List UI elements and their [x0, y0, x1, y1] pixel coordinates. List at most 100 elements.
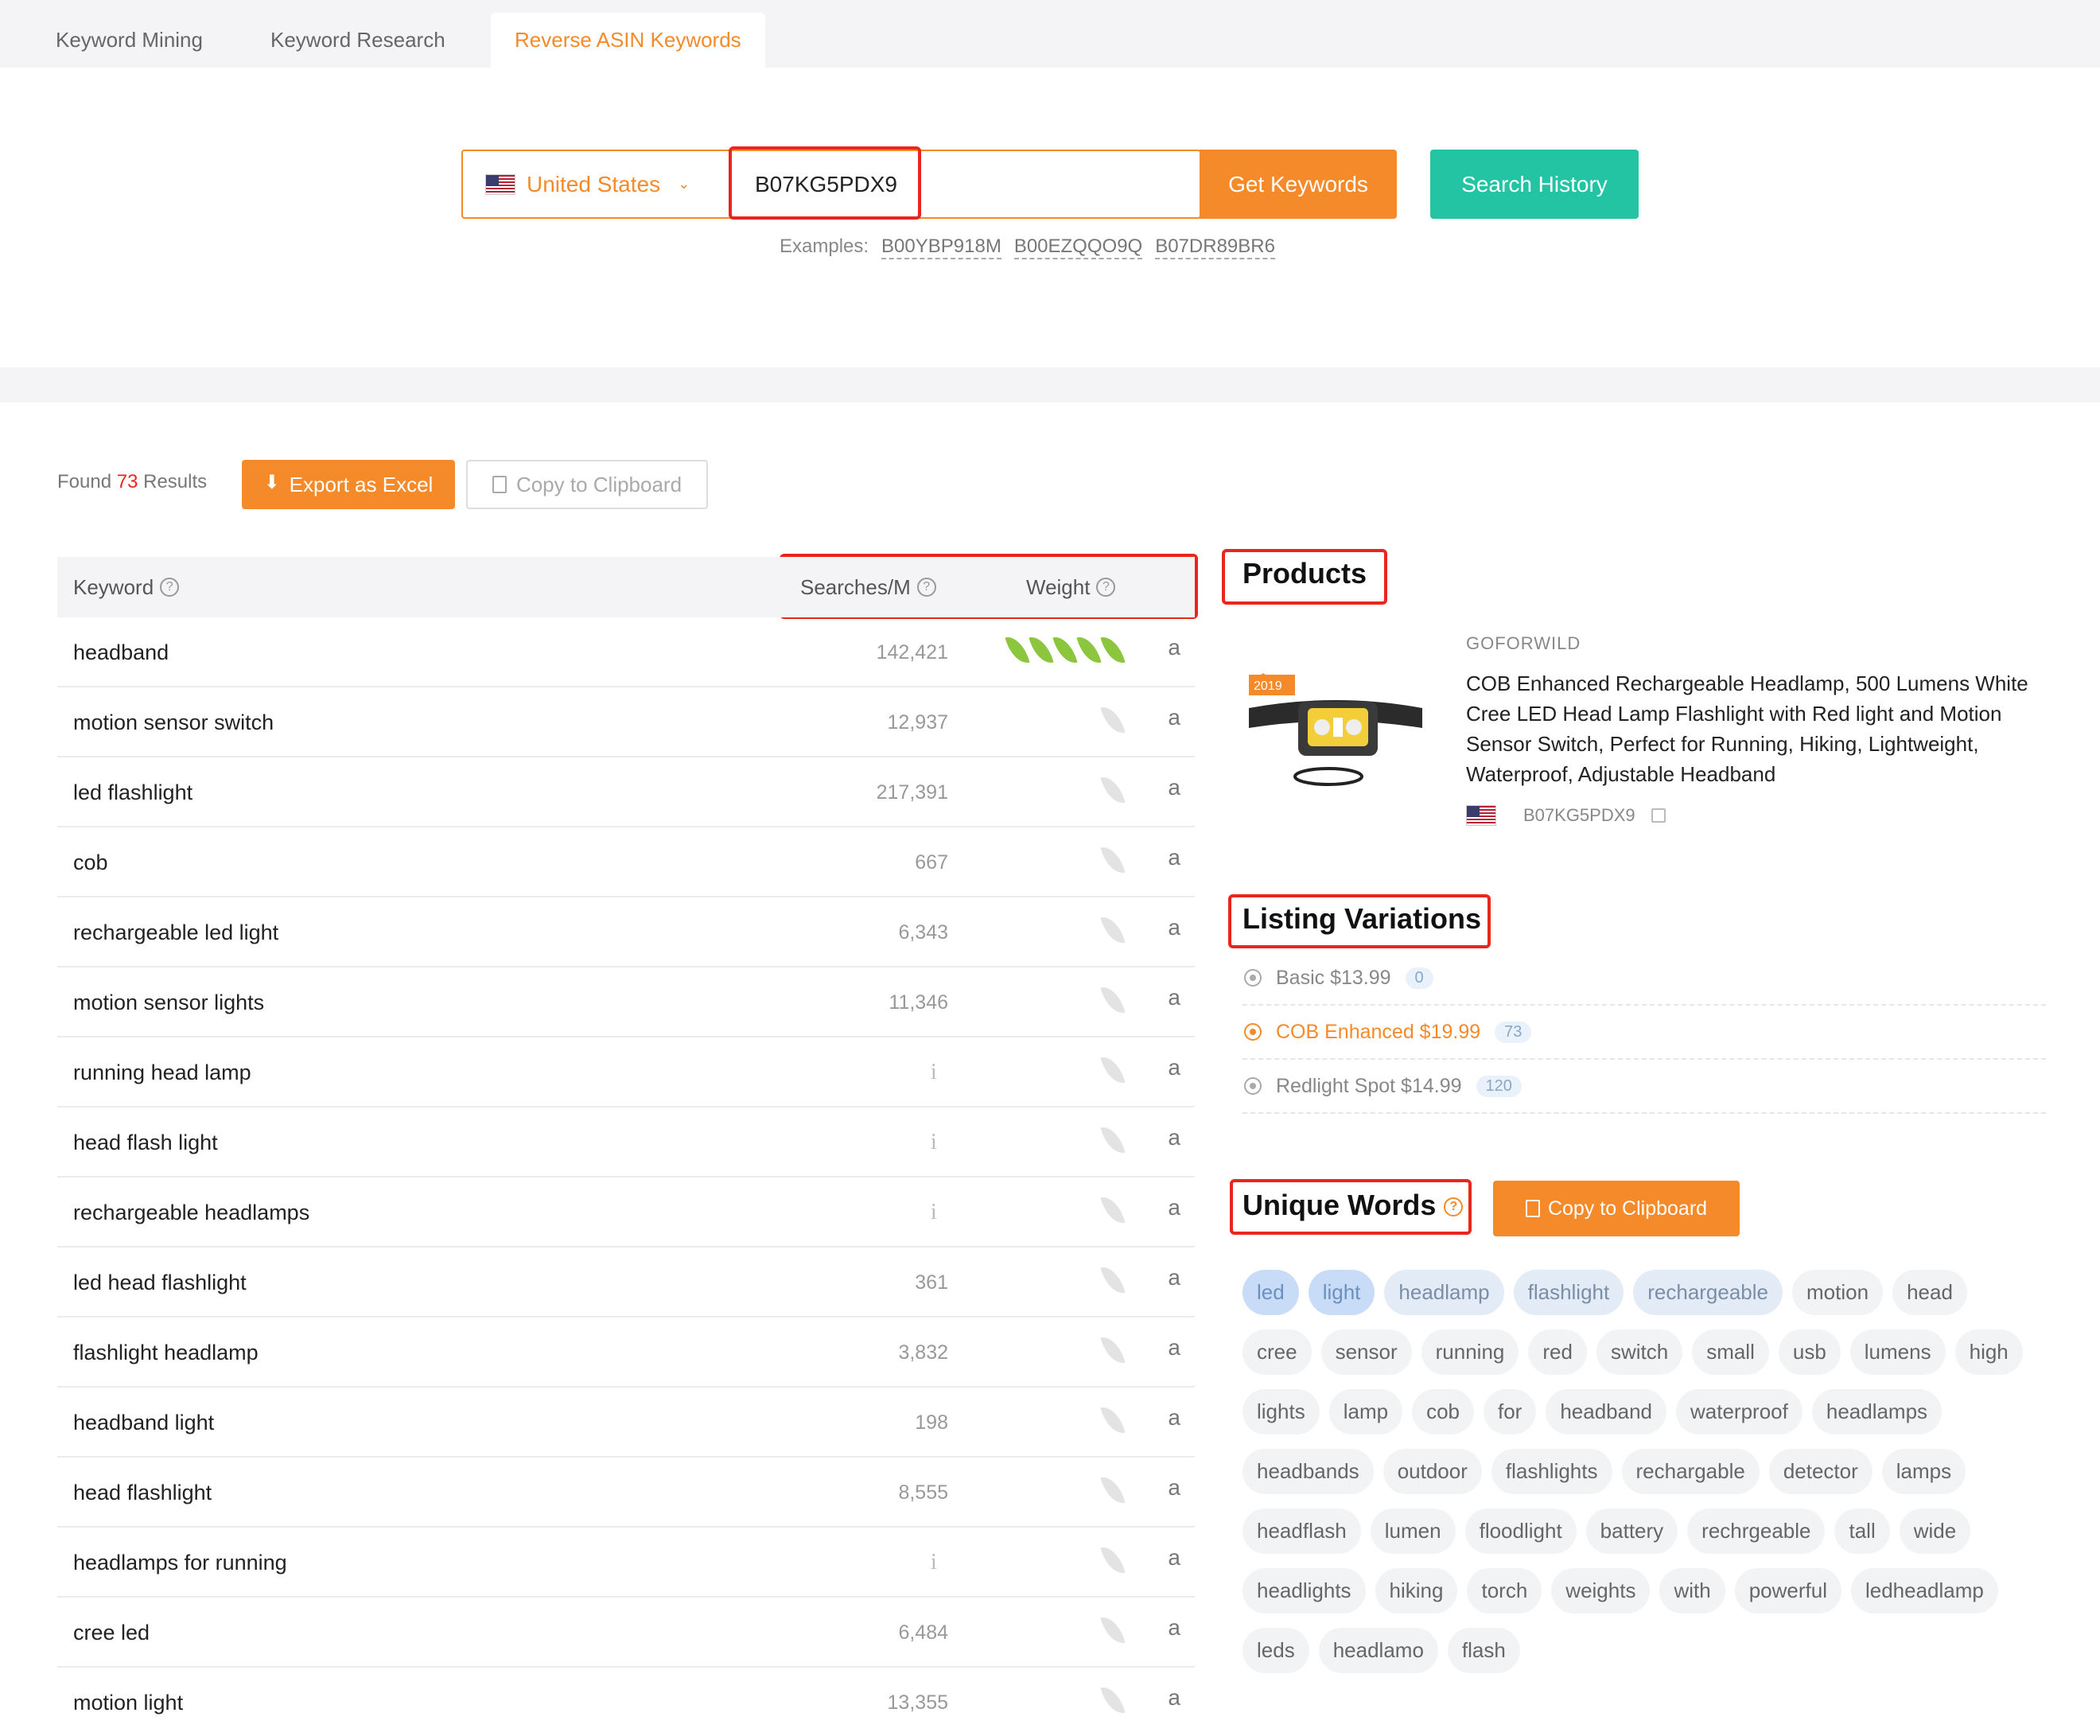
word-chip[interactable]: leds — [1242, 1628, 1309, 1673]
help-icon[interactable]: ? — [160, 578, 180, 597]
word-chip[interactable]: flashlights — [1491, 1449, 1612, 1494]
word-chip[interactable]: small — [1692, 1329, 1769, 1375]
word-chip[interactable]: lamps — [1881, 1449, 1966, 1494]
amazon-icon[interactable]: a — [1168, 1055, 1180, 1080]
word-chip[interactable]: led — [1242, 1270, 1299, 1315]
help-icon[interactable]: ? — [916, 578, 936, 597]
example-asin-link[interactable]: B07DR89BR6 — [1155, 235, 1275, 259]
amazon-icon[interactable]: a — [1168, 1615, 1180, 1641]
variation-item[interactable]: COB Enhanced $19.99 73 — [1242, 1006, 2046, 1060]
word-chip[interactable]: outdoor — [1382, 1449, 1482, 1494]
keyword-cell[interactable]: headlamps for running — [73, 1528, 287, 1598]
example-asin-link[interactable]: B00YBP918M — [881, 235, 1001, 259]
tab-reverse-asin-keywords[interactable]: Reverse ASIN Keywords — [491, 13, 765, 68]
tab-keyword-mining[interactable]: Keyword Mining — [32, 13, 227, 68]
word-chip[interactable]: with — [1659, 1568, 1725, 1613]
info-icon[interactable]: i — [931, 1200, 937, 1225]
product-image[interactable]: 2019 — [1241, 629, 1432, 796]
word-chip[interactable]: lamp — [1328, 1389, 1403, 1434]
amazon-icon[interactable]: a — [1168, 915, 1180, 940]
example-asin-link[interactable]: B00EZQQO9Q — [1013, 235, 1143, 259]
word-chip[interactable]: cree — [1242, 1329, 1312, 1375]
searches-column-header[interactable]: Searches/M? — [800, 557, 936, 617]
amazon-icon[interactable]: a — [1168, 705, 1180, 730]
word-chip[interactable]: lumens — [1849, 1329, 1946, 1375]
asin-input[interactable] — [731, 151, 1200, 217]
word-chip[interactable]: head — [1892, 1270, 1967, 1315]
amazon-icon[interactable]: a — [1168, 1685, 1180, 1711]
word-chip[interactable]: floodlight — [1464, 1508, 1577, 1554]
word-chip[interactable]: headbands — [1242, 1449, 1374, 1494]
word-chip[interactable]: headlights — [1242, 1568, 1366, 1613]
word-chip[interactable]: weights — [1551, 1568, 1651, 1613]
word-chip[interactable]: switch — [1596, 1329, 1683, 1375]
external-link-icon[interactable] — [1651, 808, 1666, 823]
amazon-icon[interactable]: a — [1168, 635, 1180, 660]
word-chip[interactable]: lights — [1242, 1389, 1320, 1434]
keyword-cell[interactable]: rechargeable led light — [73, 897, 278, 967]
help-icon[interactable]: ? — [1444, 1197, 1464, 1217]
word-chip[interactable]: flashlight — [1513, 1270, 1624, 1315]
get-keywords-button[interactable]: Get Keywords — [1200, 150, 1397, 219]
word-chip[interactable]: headband — [1546, 1389, 1667, 1434]
keyword-cell[interactable]: running head lamp — [73, 1037, 251, 1107]
help-icon[interactable]: ? — [1096, 578, 1116, 597]
word-chip[interactable]: hiking — [1375, 1568, 1458, 1613]
weight-column-header[interactable]: Weight? — [1026, 557, 1116, 617]
search-history-button[interactable]: Search History — [1430, 150, 1639, 219]
amazon-icon[interactable]: a — [1168, 1545, 1180, 1571]
keyword-cell[interactable]: led flashlight — [73, 757, 192, 827]
word-chip[interactable]: headflash — [1242, 1508, 1361, 1554]
word-chip[interactable]: powerful — [1734, 1568, 1841, 1613]
word-chip[interactable]: headlamps — [1811, 1389, 1942, 1434]
keyword-cell[interactable]: motion light — [73, 1668, 183, 1736]
amazon-icon[interactable]: a — [1168, 775, 1180, 800]
word-chip[interactable]: rechrgeable — [1687, 1508, 1826, 1554]
keyword-cell[interactable]: cree led — [73, 1598, 150, 1668]
product-title[interactable]: COB Enhanced Rechargeable Headlamp, 500 … — [1466, 668, 2039, 789]
word-chip[interactable]: motion — [1792, 1270, 1884, 1315]
word-chip[interactable]: battery — [1585, 1508, 1678, 1554]
info-icon[interactable]: i — [931, 1130, 937, 1155]
variation-item[interactable]: Redlight Spot $14.99 120 — [1242, 1060, 2046, 1114]
amazon-icon[interactable]: a — [1168, 1405, 1180, 1430]
word-chip[interactable]: lumen — [1370, 1508, 1456, 1554]
word-chip[interactable]: for — [1483, 1389, 1537, 1434]
variation-item[interactable]: Basic $13.99 0 — [1242, 952, 2046, 1006]
amazon-icon[interactable]: a — [1168, 985, 1180, 1010]
keyword-cell[interactable]: led head flashlight — [73, 1248, 247, 1318]
word-chip[interactable]: rechargeable — [1633, 1270, 1783, 1315]
amazon-icon[interactable]: a — [1168, 845, 1180, 870]
word-chip[interactable]: wide — [1899, 1508, 1971, 1554]
unique-words-copy-button[interactable]: Copy to Clipboard — [1493, 1181, 1740, 1236]
keyword-cell[interactable]: motion sensor switch — [73, 687, 274, 757]
word-chip[interactable]: tall — [1834, 1508, 1890, 1554]
amazon-icon[interactable]: a — [1168, 1195, 1180, 1220]
word-chip[interactable]: cob — [1412, 1389, 1474, 1434]
keyword-cell[interactable]: head flash light — [73, 1107, 218, 1177]
word-chip[interactable]: usb — [1778, 1329, 1841, 1375]
word-chip[interactable]: detector — [1768, 1449, 1872, 1494]
word-chip[interactable]: torch — [1467, 1568, 1542, 1613]
word-chip[interactable]: rechargable — [1621, 1449, 1760, 1494]
keyword-column-header[interactable]: Keyword? — [73, 557, 180, 617]
word-chip[interactable]: flash — [1447, 1628, 1520, 1673]
keyword-cell[interactable]: rechargeable headlamps — [73, 1177, 309, 1248]
tab-keyword-research[interactable]: Keyword Research — [247, 13, 469, 68]
keyword-cell[interactable]: flashlight headlamp — [73, 1318, 259, 1388]
word-chip[interactable]: ledheadlamp — [1850, 1568, 1998, 1613]
word-chip[interactable]: high — [1954, 1329, 2023, 1375]
amazon-icon[interactable]: a — [1168, 1475, 1180, 1501]
copy-clipboard-button[interactable]: Copy to Clipboard — [466, 460, 708, 509]
keyword-cell[interactable]: head flashlight — [73, 1458, 212, 1528]
word-chip[interactable]: headlamo — [1318, 1628, 1438, 1673]
export-excel-button[interactable]: Export as Excel — [242, 460, 455, 509]
word-chip[interactable]: red — [1528, 1329, 1587, 1375]
keyword-cell[interactable]: cob — [73, 827, 108, 897]
amazon-icon[interactable]: a — [1168, 1265, 1180, 1290]
info-icon[interactable]: i — [931, 1060, 937, 1085]
word-chip[interactable]: running — [1421, 1329, 1519, 1375]
word-chip[interactable]: sensor — [1320, 1329, 1412, 1375]
keyword-cell[interactable]: motion sensor lights — [73, 967, 264, 1037]
info-icon[interactable]: i — [931, 1550, 937, 1575]
